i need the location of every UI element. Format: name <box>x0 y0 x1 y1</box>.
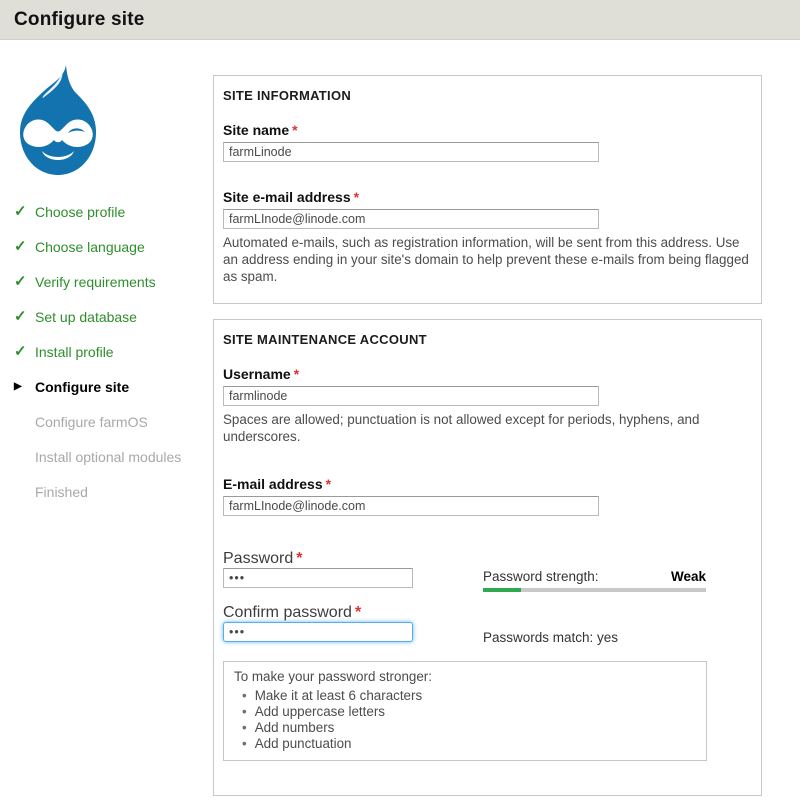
password-tip: •Make it at least 6 characters <box>242 688 696 704</box>
confirm-password-row: Confirm password* Passwords match: yes <box>223 604 752 645</box>
password-strength-track <box>483 588 706 592</box>
configure-site-form: SITE INFORMATION Site name* Site e-mail … <box>213 40 800 811</box>
task-label: Install profile <box>35 344 114 360</box>
site-information-fieldset: SITE INFORMATION Site name* Site e-mail … <box>213 75 762 304</box>
site-name-label: Site name* <box>223 122 752 138</box>
passwords-match-status: Passwords match: yes <box>483 630 618 645</box>
task-configure-site: ▶ Configure site <box>14 379 213 395</box>
password-tip: •Add punctuation <box>242 736 696 752</box>
task-set-up-database: ✓ Set up database <box>14 309 213 325</box>
drupal-logo-icon <box>10 64 106 178</box>
password-tip: •Add numbers <box>242 720 696 736</box>
task-configure-farmos: Configure farmOS <box>14 414 213 430</box>
page-title: Configure site <box>14 9 145 31</box>
task-label: Install optional modules <box>35 449 181 465</box>
password-item: Password* <box>223 550 425 588</box>
site-email-item: Site e-mail address* Automated e-mails, … <box>223 189 752 285</box>
username-label: Username* <box>223 366 752 382</box>
site-email-label: Site e-mail address* <box>223 189 752 205</box>
install-sidebar: ✓ Choose profile ✓ Choose language ✓ Ver… <box>0 40 213 811</box>
maintenance-account-fieldset: SITE MAINTENANCE ACCOUNT Username* Space… <box>213 319 762 796</box>
task-label: Choose language <box>35 239 145 255</box>
account-email-label: E-mail address* <box>223 476 752 492</box>
bullet-icon: • <box>242 720 247 735</box>
bullet-icon: • <box>242 688 247 703</box>
arrow-right-icon: ▶ <box>14 380 35 394</box>
maintenance-account-legend: SITE MAINTENANCE ACCOUNT <box>223 332 752 347</box>
check-icon: ✓ <box>14 240 35 254</box>
bullet-icon: • <box>242 736 247 751</box>
account-email-item: E-mail address* <box>223 476 752 516</box>
password-label: Password* <box>223 550 302 567</box>
install-task-list: ✓ Choose profile ✓ Choose language ✓ Ver… <box>0 204 213 500</box>
check-icon: ✓ <box>14 205 35 219</box>
site-email-input[interactable] <box>223 209 599 229</box>
site-name-item: Site name* <box>223 122 752 162</box>
check-icon: ✓ <box>14 275 35 289</box>
password-strength-value: Weak <box>671 569 706 584</box>
password-strength-indicator: Password strength: Weak <box>483 569 706 592</box>
username-description: Spaces are allowed; punctuation is not a… <box>223 411 752 445</box>
required-asterisk: * <box>296 550 302 567</box>
task-choose-language: ✓ Choose language <box>14 239 213 255</box>
account-email-input[interactable] <box>223 496 599 516</box>
password-row: Password* Password strength: Weak <box>223 550 752 592</box>
confirm-password-label: Confirm password* <box>223 604 361 621</box>
check-icon: ✓ <box>14 310 35 324</box>
username-input[interactable] <box>223 386 599 406</box>
username-item: Username* Spaces are allowed; punctuatio… <box>223 366 752 445</box>
check-icon: ✓ <box>14 345 35 359</box>
task-label: Configure site <box>35 379 129 395</box>
task-finished: Finished <box>14 484 213 500</box>
bullet-icon: • <box>242 704 247 719</box>
task-install-profile: ✓ Install profile <box>14 344 213 360</box>
site-email-description: Automated e-mails, such as registration … <box>223 234 752 285</box>
confirm-password-item: Confirm password* <box>223 604 425 642</box>
confirm-password-input[interactable] <box>223 622 413 642</box>
password-input[interactable] <box>223 568 413 588</box>
task-choose-profile: ✓ Choose profile <box>14 204 213 220</box>
page-header: Configure site <box>0 0 800 40</box>
task-label: Choose profile <box>35 204 125 220</box>
password-tips-title: To make your password stronger: <box>234 669 696 685</box>
password-tips-list: •Make it at least 6 characters •Add uppe… <box>234 688 696 752</box>
site-name-input[interactable] <box>223 142 599 162</box>
task-label: Finished <box>35 484 88 500</box>
required-asterisk: * <box>355 604 361 621</box>
task-label: Configure farmOS <box>35 414 148 430</box>
task-label: Set up database <box>35 309 137 325</box>
required-asterisk: * <box>292 122 297 138</box>
required-asterisk: * <box>354 189 359 205</box>
password-tips-box: To make your password stronger: •Make it… <box>223 661 707 761</box>
site-information-legend: SITE INFORMATION <box>223 88 752 103</box>
strength-bar-fill <box>483 588 521 592</box>
required-asterisk: * <box>294 366 299 382</box>
task-install-optional-modules: Install optional modules <box>14 449 213 465</box>
password-tip: •Add uppercase letters <box>242 704 696 720</box>
required-asterisk: * <box>326 476 331 492</box>
task-label: Verify requirements <box>35 274 156 290</box>
task-verify-requirements: ✓ Verify requirements <box>14 274 213 290</box>
password-strength-label: Password strength: <box>483 569 599 584</box>
